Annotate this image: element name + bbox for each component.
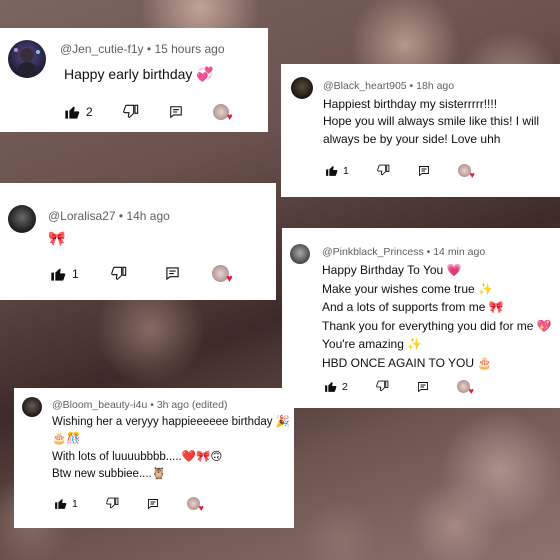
comment-handle[interactable]: @Pinkblack_Princess (322, 246, 424, 258)
avatar[interactable] (291, 77, 313, 99)
avatar[interactable] (290, 244, 310, 264)
reply-button[interactable] (418, 165, 430, 177)
reply-icon (169, 106, 182, 119)
comment-meta: @Loralisa27 • 14h ago (48, 209, 170, 223)
avatar[interactable] (8, 205, 36, 233)
comment-text: Happiest birthday my sisterrrrr!!!! Hope… (323, 96, 539, 148)
creator-heart-icon: ♥ (468, 386, 474, 396)
comment-time: 15 hours ago (154, 42, 225, 56)
comment-card-black-heart: @Black_heart905 • 18h ago Happiest birth… (281, 64, 560, 197)
comment-line: Happy early birthday 💞 (64, 66, 214, 82)
dislike-button[interactable] (377, 164, 390, 177)
comment-line: Happiest birthday my sisterrrrr!!!! (323, 97, 498, 111)
like-button[interactable]: 1 (50, 266, 79, 282)
creator-heart: ♥ (212, 104, 233, 123)
like-icon (326, 166, 338, 176)
comment-time: 3h ago (edited) (156, 399, 228, 411)
reply-button[interactable] (417, 381, 429, 393)
comment-line: Wishing her a veryyy happieeeeee birthda… (52, 416, 291, 428)
reply-icon (166, 267, 179, 281)
comment-meta: @Bloom_beauty-i4u • 3h ago (edited) (52, 399, 228, 411)
like-count: 1 (72, 266, 79, 281)
like-count: 1 (72, 497, 78, 510)
creator-heart-icon: ♥ (198, 503, 204, 513)
comment-line: 🎂🎊 (52, 433, 81, 446)
comment-actions: 1 ♥ (54, 497, 204, 513)
comment-text: Wishing her a veryyy happieeeeee birthda… (52, 414, 290, 483)
comment-card-pinkblack: @Pinkblack_Princess • 14 min ago Happy B… (282, 228, 560, 408)
like-icon (55, 499, 67, 509)
like-count: 2 (342, 380, 348, 393)
comment-handle[interactable]: @Bloom_beauty-i4u (52, 399, 147, 411)
like-button[interactable]: 2 (324, 380, 348, 393)
comment-meta: @Jen_cutie-f1y • 15 hours ago (60, 42, 225, 56)
dislike-icon (106, 497, 119, 509)
comment-card-bloom: @Bloom_beauty-i4u • 3h ago (edited) Wish… (14, 388, 294, 528)
comment-line: You're amazing ✨ (322, 337, 423, 352)
comment-time: 18h ago (416, 80, 455, 92)
comment-meta: @Black_heart905 • 18h ago (323, 80, 455, 92)
creator-heart-icon: ♥ (469, 170, 475, 180)
comment-time: 14h ago (126, 209, 170, 223)
comment-actions: 2 ♥ (64, 104, 233, 123)
reply-icon (417, 381, 428, 392)
dislike-icon (110, 266, 126, 280)
comment-line: Btw new subbiee....🦉 (52, 467, 167, 480)
comment-time: 14 min ago (433, 246, 486, 258)
reply-icon (147, 498, 158, 509)
like-count: 1 (343, 164, 349, 177)
comment-line: 🎀 (48, 230, 66, 246)
comment-line: And a lots of supports from me 🎀 (322, 300, 504, 315)
creator-heart: ♥ (456, 380, 474, 396)
avatar[interactable] (8, 40, 46, 78)
dislike-icon (376, 380, 389, 392)
comment-line: HBD ONCE AGAIN TO YOU 🎂 (322, 355, 493, 370)
comment-line: Make your wishes come true ✨ (322, 281, 493, 296)
dislike-button[interactable] (106, 497, 119, 510)
comment-handle[interactable]: @Jen_cutie-f1y (60, 42, 144, 56)
dislike-icon (122, 104, 138, 118)
reply-button[interactable] (165, 266, 180, 281)
like-button[interactable]: 2 (64, 104, 93, 120)
creator-heart-icon: ♥ (226, 112, 233, 123)
dislike-button[interactable] (376, 380, 389, 393)
creator-heart-icon: ♥ (226, 273, 233, 285)
like-button[interactable]: 1 (325, 164, 349, 177)
like-icon (325, 382, 337, 392)
comment-line: Hope you will always smile like this! I … (323, 114, 540, 129)
comment-actions: 2 ♥ (324, 380, 474, 396)
dislike-button[interactable] (122, 104, 139, 120)
comment-line: Thank you for everything you did for me … (322, 318, 552, 333)
reply-button[interactable] (169, 105, 183, 119)
comment-handle[interactable]: @Black_heart905 (323, 80, 407, 92)
comment-line: Happy Birthday To You 💗 (322, 263, 462, 277)
comment-meta: @Pinkblack_Princess • 14 min ago (322, 246, 486, 258)
comment-text: Happy early birthday 💞 (64, 64, 214, 84)
creator-heart: ♥ (211, 265, 233, 285)
reply-button[interactable] (147, 498, 159, 510)
comment-text: 🎀 (48, 228, 65, 248)
like-icon (51, 268, 66, 281)
comment-actions: 1 ♥ (50, 265, 233, 285)
avatar[interactable] (22, 397, 42, 417)
comment-card-loralisa: @Loralisa27 • 14h ago 🎀 1 ♥ (0, 183, 276, 300)
like-count: 2 (86, 105, 93, 119)
like-button[interactable]: 1 (54, 497, 78, 510)
creator-heart: ♥ (186, 497, 204, 513)
comment-card-jen: @Jen_cutie-f1y • 15 hours ago Happy earl… (0, 28, 268, 132)
creator-heart: ♥ (457, 164, 475, 180)
reply-icon (418, 165, 429, 176)
dislike-button[interactable] (110, 266, 127, 282)
like-icon (65, 106, 80, 119)
comment-text: Happy Birthday To You 💗 Make your wishes… (322, 261, 552, 373)
comment-handle[interactable]: @Loralisa27 (48, 209, 116, 223)
dislike-icon (377, 164, 390, 176)
comment-line: always be by your side! Love uhh (323, 131, 501, 146)
comment-actions: 1 ♥ (325, 164, 475, 180)
comment-line: With lots of luuuubbbb.....❤️🎀🙃 (52, 450, 223, 463)
